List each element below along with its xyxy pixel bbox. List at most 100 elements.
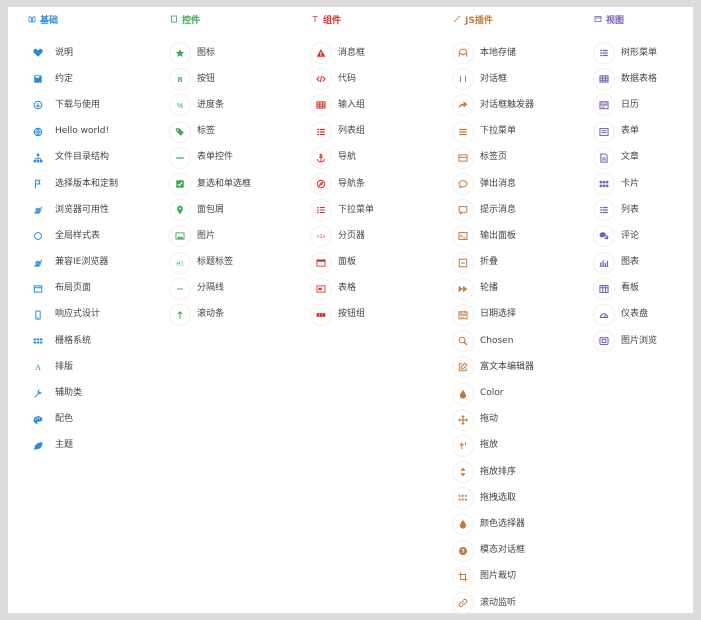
nav-link[interactable]: 图片 [170,223,251,249]
nav-link[interactable]: 约定 [28,66,118,92]
nav-link[interactable]: Color [453,380,534,406]
nav-link[interactable]: 图片浏览 [594,328,657,354]
item-list: 说明 约定 下载与使用 Hello world! 文件目录结构 选择版本和定制 浏览器可用性… [28,40,118,459]
nav-link[interactable]: 兼容IE浏览器 [28,250,118,276]
nav-link[interactable]: 说明 [28,40,118,66]
nav-link[interactable]: 面板 [311,250,374,276]
nav-link[interactable]: 表单控件 [170,145,251,171]
nav-link-label: Color [480,388,504,399]
nav-link[interactable]: 弹出消息 [453,171,534,197]
nav-link[interactable]: 下载与使用 [28,92,118,118]
column-header-js[interactable]: JS插件 [453,12,534,26]
nav-link[interactable]: 对话框 [453,66,534,92]
nav-link[interactable]: 消息框 [311,40,374,66]
nav-link-label: 输出面板 [480,230,517,241]
nav-link[interactable]: 面包屑 [170,197,251,223]
nav-link[interactable]: 配色 [28,407,118,433]
column-header-widget[interactable]: 控件 [170,12,251,26]
nav-link[interactable]: 图表 [594,250,657,276]
nav-link[interactable]: 折叠 [453,250,534,276]
nav-link[interactable]: 下拉菜单 [453,119,534,145]
nav-link[interactable]: 表格 [311,276,374,302]
list-icon [594,43,614,64]
nav-link[interactable]: 拖动 [453,407,534,433]
column-header-view[interactable]: 视图 [594,12,657,26]
nav-link-label: Hello world! [55,126,110,137]
nav-link[interactable]: 拖拽选取 [453,485,534,511]
nav-link[interactable]: % 进度条 [170,92,251,118]
nav-link[interactable]: Chosen [453,328,534,354]
nav-link[interactable]: B 按钮 [170,66,251,92]
nav-link[interactable]: 输入组 [311,92,374,118]
nav-link[interactable]: 辅助类 [28,380,118,406]
nav-link[interactable]: H1 标题标签 [170,250,251,276]
nav-link[interactable]: 全局样式表 [28,223,118,249]
nav-link[interactable]: 文章 [594,145,657,171]
leaf-icon [28,436,48,456]
nav-link[interactable]: 代码 [311,66,374,92]
question-icon: ? [453,540,473,561]
nav-link[interactable]: 对话框触发器 [453,92,534,118]
percent-icon: % [170,95,190,116]
nav-link[interactable]: 列表组 [311,119,374,145]
nav-link[interactable]: 数据表格 [594,66,657,92]
nav-link[interactable]: 图标 [170,40,251,66]
nav-link[interactable]: 评论 [594,223,657,249]
nav-link[interactable]: 本地存储 [453,40,534,66]
column-widget: 控件图标 B 按钮% 进度条 标签表单控件复选和单选框 面包屑 图片 H1 标题标签 分隔线 滚动条 [170,12,251,328]
nav-link-label: 表单控件 [197,152,234,163]
nav-link[interactable]: 按钮组 [311,302,374,328]
nav-link[interactable]: 滚动条 [170,302,251,328]
nav-link[interactable]: 图片裁切 [453,564,534,590]
nav-link[interactable]: 看板 [594,276,657,302]
nav-link[interactable]: 输出面板 [453,223,534,249]
collapse-icon [453,252,473,273]
nav-link[interactable]: 提示消息 [453,197,534,223]
nav-link[interactable]: 标签页 [453,145,534,171]
nav-link[interactable]: 布局页面 [28,276,118,302]
nav-link[interactable]: 卡片 [594,171,657,197]
nav-link[interactable]: 响应式设计 [28,302,118,328]
column-header-label: 视图 [606,15,625,26]
share-icon [453,95,473,116]
comment-icon [453,174,473,195]
image-icon [170,226,190,247]
nav-link[interactable]: 导航条 [311,171,374,197]
nav-link[interactable]: 标签 [170,119,251,145]
table-icon [594,69,614,90]
nav-link[interactable]: 日期选择 [453,302,534,328]
nav-link-label: 本地存储 [480,47,517,58]
link-icon [453,593,473,614]
svg-text:?: ? [461,549,465,555]
minus-icon [170,147,190,168]
nav-link[interactable]: 下拉菜单 [311,197,374,223]
nav-link[interactable]: ? 模态对话框 [453,538,534,564]
nav-link[interactable]: 拖放排序 [453,459,534,485]
nav-link[interactable]: 颜色选择器 [453,511,534,537]
nav-link[interactable]: 分隔线 [170,276,251,302]
nav-link[interactable]: 仪表盘 [594,302,657,328]
nav-link[interactable]: 列表 [594,197,657,223]
nav-link[interactable]: 导航 [311,145,374,171]
nav-link[interactable]: 浏览器可用性 [28,197,118,223]
column-header-comp[interactable]: 组件 [311,12,374,26]
nav-link[interactable]: 文件目录结构 [28,145,118,171]
nav-link[interactable]: Hello world! [28,119,118,145]
globe-icon [28,122,48,142]
nav-link[interactable]: A 排版 [28,354,118,380]
nav-link-label: 颜色选择器 [480,518,526,529]
nav-link[interactable]: 日历 [594,92,657,118]
nav-link[interactable]: 复选和单选框 [170,171,251,197]
nav-link[interactable]: 滚动监听 [453,590,534,616]
nav-link[interactable]: 表单 [594,119,657,145]
nav-link[interactable]: 拖放 [453,433,534,459]
nav-link[interactable]: 主题 [28,433,118,459]
nav-link[interactable]: «1» 分页器 [311,223,374,249]
nav-link[interactable]: 富文本编辑器 [453,354,534,380]
nav-link[interactable]: 栅格系统 [28,328,118,354]
chart-icon [594,252,614,273]
column-header-base[interactable]: 基础 [28,12,118,26]
nav-link[interactable]: 选择版本和定制 [28,171,118,197]
nav-link[interactable]: 轮播 [453,276,534,302]
nav-link[interactable]: 树形菜单 [594,40,657,66]
